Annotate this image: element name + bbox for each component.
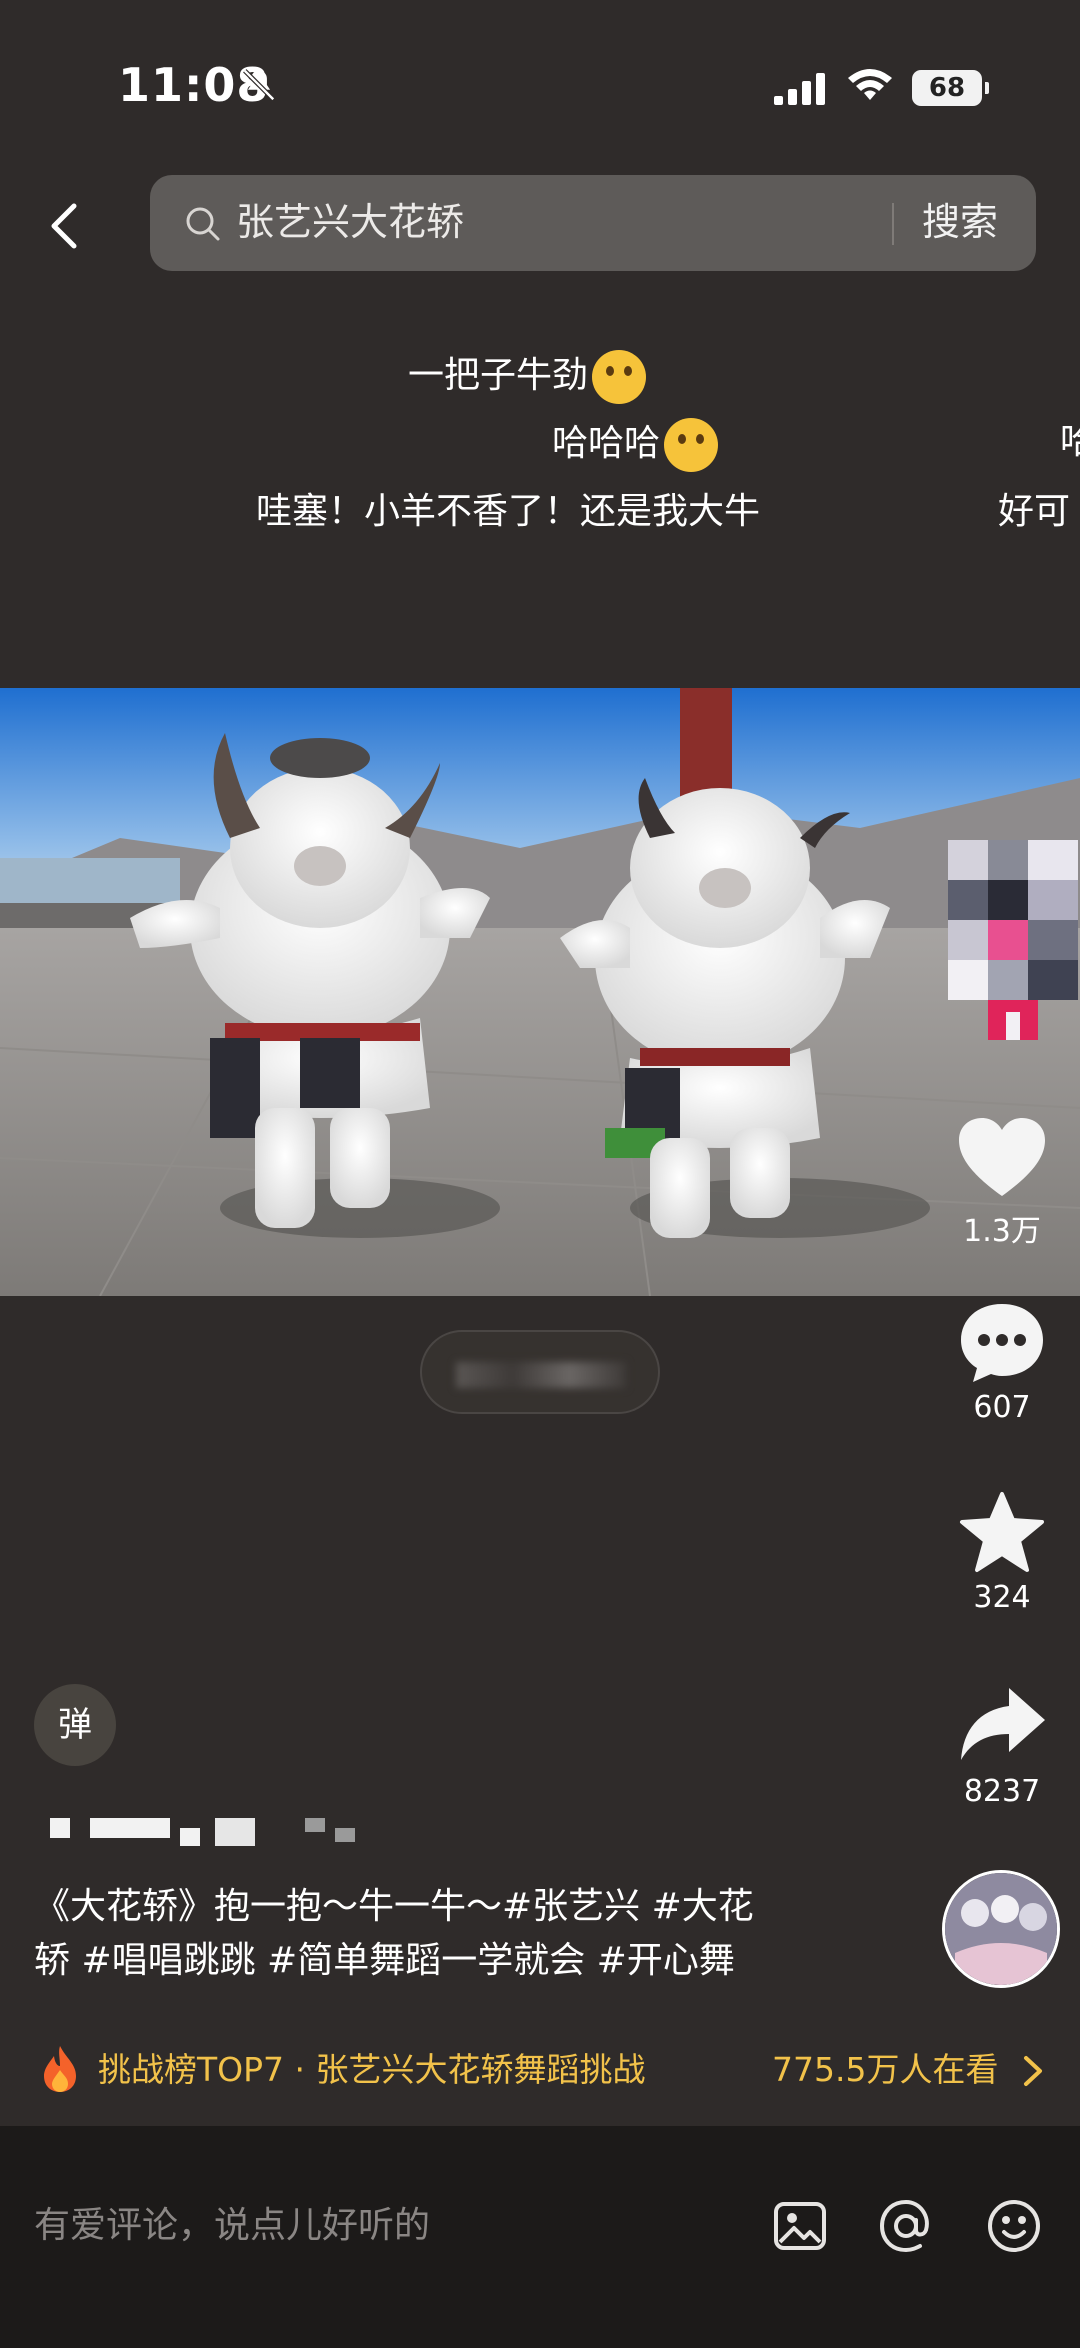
star-icon (960, 1492, 1044, 1572)
like-button[interactable]: 1.3万 (950, 1116, 1054, 1250)
video-frame (0, 688, 1080, 1296)
search-divider (892, 203, 894, 245)
signal-icon (774, 73, 825, 105)
wifi-icon (848, 69, 892, 100)
bell-muted-icon (243, 69, 275, 101)
danmaku-item: 哈哈哈 (552, 418, 719, 472)
comment-icon (961, 1304, 1043, 1382)
chevron-right-icon (1024, 2056, 1042, 2086)
search-button[interactable]: 搜索 (922, 197, 998, 247)
like-count: 1.3万 (963, 1214, 1041, 1249)
danmaku-text: 哈哈哈 (552, 423, 661, 464)
emoji-icon[interactable] (986, 2198, 1042, 2254)
status-bar: 11:08 68 (0, 0, 1080, 170)
laughing-emoji-icon (664, 418, 719, 472)
image-icon[interactable] (772, 2198, 828, 2254)
blurred-pill[interactable] (420, 1330, 660, 1414)
challenge-viewers: 775.5万人在看 (772, 2050, 999, 2089)
challenge-label: 挑战榜TOP7 · 张艺兴大花轿舞蹈挑战 (98, 2050, 646, 2089)
share-button[interactable]: 8237 (950, 1684, 1054, 1809)
thinking-emoji-icon (592, 350, 647, 404)
danmaku-text: 一把子牛劲 (408, 355, 589, 396)
fire-icon (44, 2046, 76, 2092)
favorite-count: 324 (973, 1580, 1031, 1615)
comment-button[interactable]: 607 (950, 1300, 1054, 1425)
danmaku-item: 一把子牛劲 (408, 350, 647, 404)
search-icon (186, 207, 220, 241)
author-name-mosaic[interactable] (50, 1810, 370, 1846)
search-input[interactable]: 张艺兴大花轿 (236, 197, 464, 247)
danmaku-item: 哇塞！小羊不香了！还是我大牛 (256, 491, 761, 532)
video-player[interactable] (0, 688, 1080, 1296)
search-bar[interactable]: 张艺兴大花轿 搜索 (150, 175, 1036, 271)
danmaku-item: 好可 (998, 491, 1071, 532)
comment-input[interactable]: 有爱评论，说点儿好听的 (34, 2178, 430, 2274)
danmaku-toggle-button[interactable]: 弹 (34, 1684, 116, 1766)
music-avatar[interactable] (942, 1870, 1060, 1988)
share-icon (961, 1688, 1045, 1760)
description-line-2: 轿 #唱唱跳跳 #简单舞蹈一学就会 #开心舞 (34, 1940, 735, 1981)
battery-indicator: 68 (912, 70, 989, 106)
danmaku-item: 哈 (1060, 421, 1080, 462)
favorite-button[interactable]: 324 (950, 1490, 1054, 1615)
at-icon[interactable] (878, 2198, 934, 2254)
back-icon[interactable] (36, 196, 96, 256)
heart-icon (959, 1118, 1045, 1196)
share-count: 8237 (963, 1774, 1041, 1809)
pill-blur-content (456, 1362, 626, 1388)
comment-count: 607 (973, 1390, 1031, 1425)
challenge-banner[interactable]: 挑战榜TOP7 · 张艺兴大花轿舞蹈挑战 775.5万人在看 (0, 2038, 1080, 2110)
mosaic-thumbnail (948, 840, 1078, 1080)
description-line-1: 《大花轿》抱一抱～牛一牛～#张艺兴 #大花 (34, 1886, 754, 1927)
video-description[interactable]: 《大花轿》抱一抱～牛一牛～#张艺兴 #大花 轿 #唱唱跳跳 #简单舞蹈一学就会 … (34, 1880, 834, 1988)
comment-bar: 有爱评论，说点儿好听的 (0, 2126, 1080, 2348)
